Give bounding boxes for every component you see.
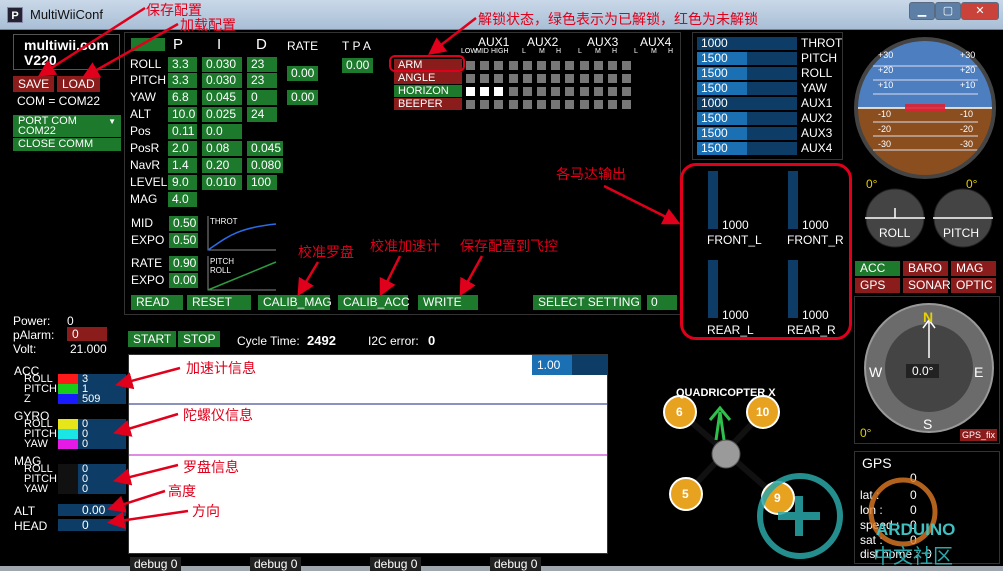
annotation-arrows — [37, 6, 681, 529]
